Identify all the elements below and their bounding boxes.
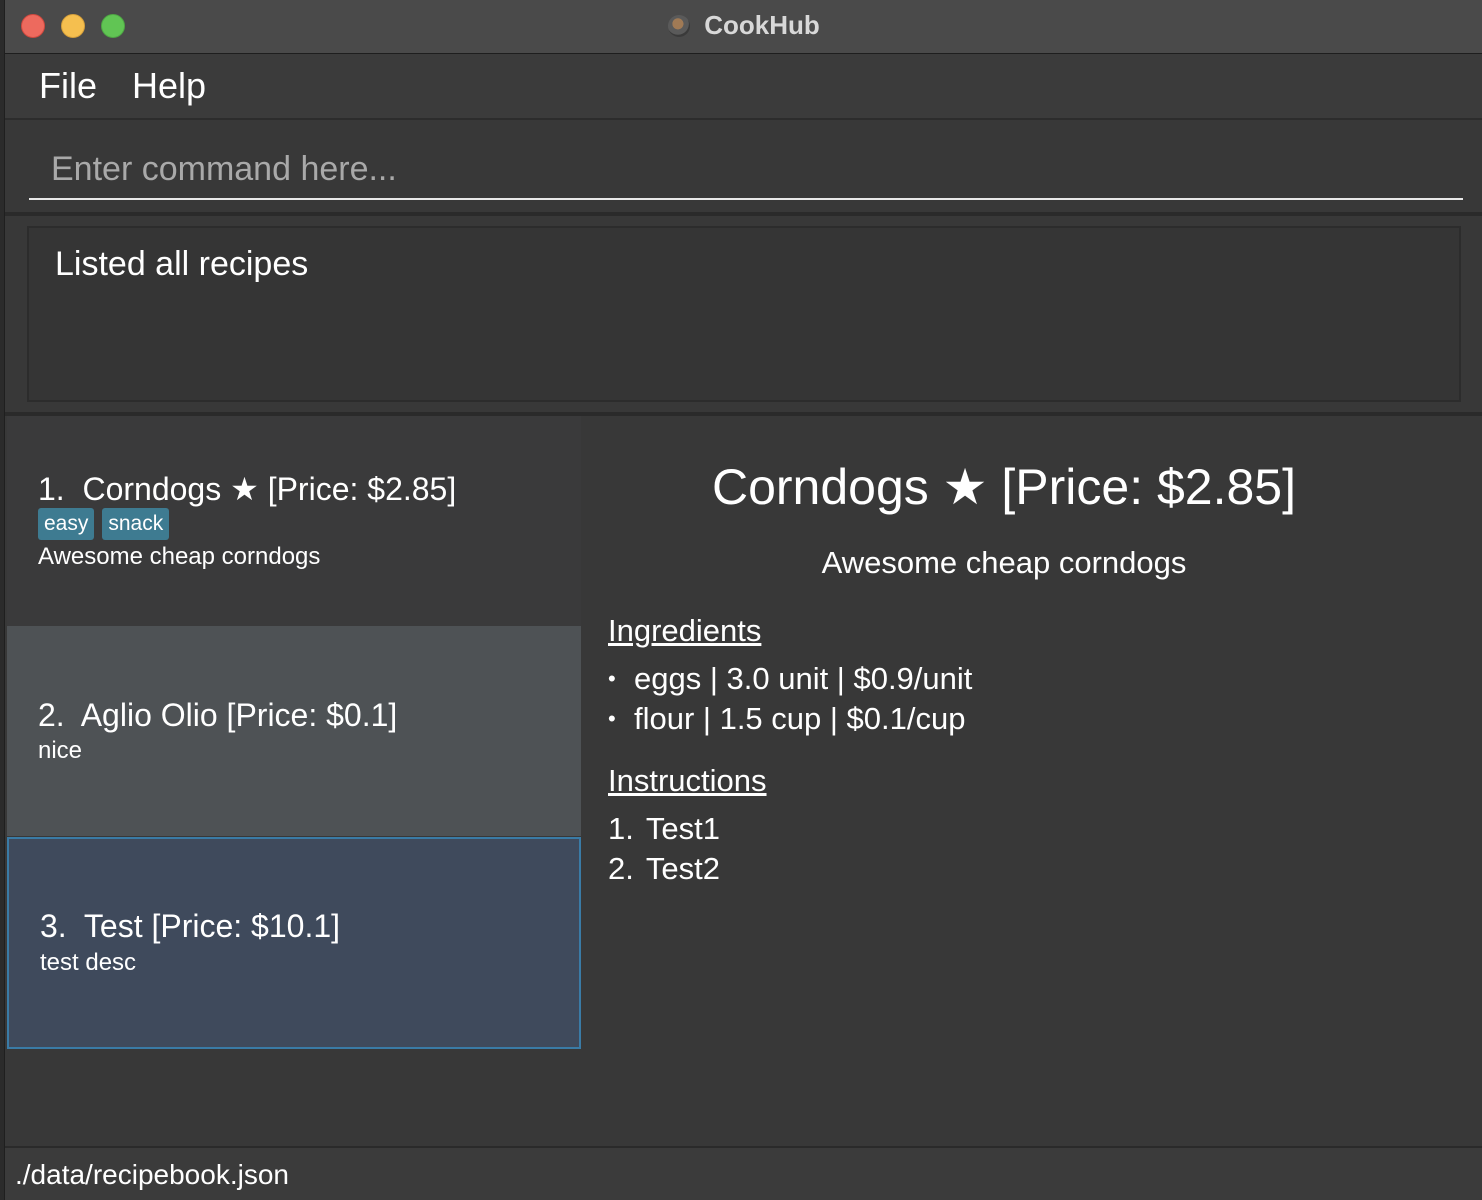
recipe-name: Test [Price: $10.1] [83,908,341,944]
ingredient-item: • eggs | 3.0 unit | $0.9/unit [608,660,972,698]
bullet-icon: • [608,666,616,691]
recipe-index: 3. [40,908,67,944]
recipe-list[interactable]: 1. Corndogs ★ [Price: $2.85] easy snack A… [5,416,581,1146]
ingredients-heading: Ingredients [608,613,762,648]
recipe-description: nice [38,737,83,764]
window-title-container: CookHub [5,8,1482,42]
title-bar[interactable]: CookHub [5,0,1482,54]
step-number: 2. [608,851,634,886]
recipe-tags: easy snack [38,508,177,540]
menu-file[interactable]: File [39,66,97,106]
window-title: CookHub [704,10,820,40]
recipe-detail-panel[interactable]: Corndogs ★ [Price: $2.85] Awesome cheap … [581,416,1482,1146]
ingredient-text: eggs | 3.0 unit | $0.9/unit [634,661,973,696]
instructions-heading: Instructions [608,763,767,798]
bullet-icon: • [608,706,616,731]
data-file-path: ./data/recipebook.json [15,1159,289,1190]
recipe-card[interactable]: 1. Corndogs ★ [Price: $2.85] easy snack A… [7,416,581,626]
recipe-description: test desc [40,949,137,976]
instruction-step: 2. Test2 [608,850,720,888]
step-number: 1. [608,811,634,846]
recipe-card-selected[interactable]: 3. Test [Price: $10.1] test desc [7,837,581,1049]
recipe-name: Corndogs ★ [Price: $2.85] [82,471,457,507]
menu-bar: File Help [5,54,1482,120]
detail-description: Awesome cheap corndogs [821,545,1187,580]
ingredient-item: • flour | 1.5 cup | $0.1/cup [608,700,965,738]
status-bar: ./data/recipebook.json [5,1146,1482,1200]
menu-help[interactable]: Help [132,66,206,106]
instruction-step: 1. Test1 [608,810,720,848]
step-text: Test2 [645,851,720,886]
detail-title: Corndogs ★ [Price: $2.85] [711,459,1296,515]
cookhub-app-icon [668,15,691,37]
result-display-area: Listed all recipes [5,216,1482,416]
recipe-card[interactable]: 2. Aglio Olio [Price: $0.1] nice [7,626,581,836]
recipe-index: 2. [38,697,65,733]
step-text: Test1 [645,811,720,846]
app-window: CookHub File Help Listed all recipes 1. … [4,0,1482,1200]
tag-snack: snack [102,508,170,540]
recipe-title: 2. Aglio Olio [Price: $0.1] [38,696,397,734]
command-box [5,120,1482,216]
recipe-description: Awesome cheap corndogs [38,543,321,570]
recipe-name: Aglio Olio [Price: $0.1] [80,697,398,733]
result-message: Listed all recipes [55,245,309,283]
ingredient-text: flour | 1.5 cup | $0.1/cup [634,701,966,736]
result-display[interactable]: Listed all recipes [27,226,1461,402]
recipe-title: 1. Corndogs ★ [Price: $2.85] [38,470,456,508]
command-input[interactable] [29,140,1463,200]
recipe-title: 3. Test [Price: $10.1] [40,907,340,945]
recipe-index: 1. [38,471,65,507]
tag-easy: easy [38,508,95,540]
